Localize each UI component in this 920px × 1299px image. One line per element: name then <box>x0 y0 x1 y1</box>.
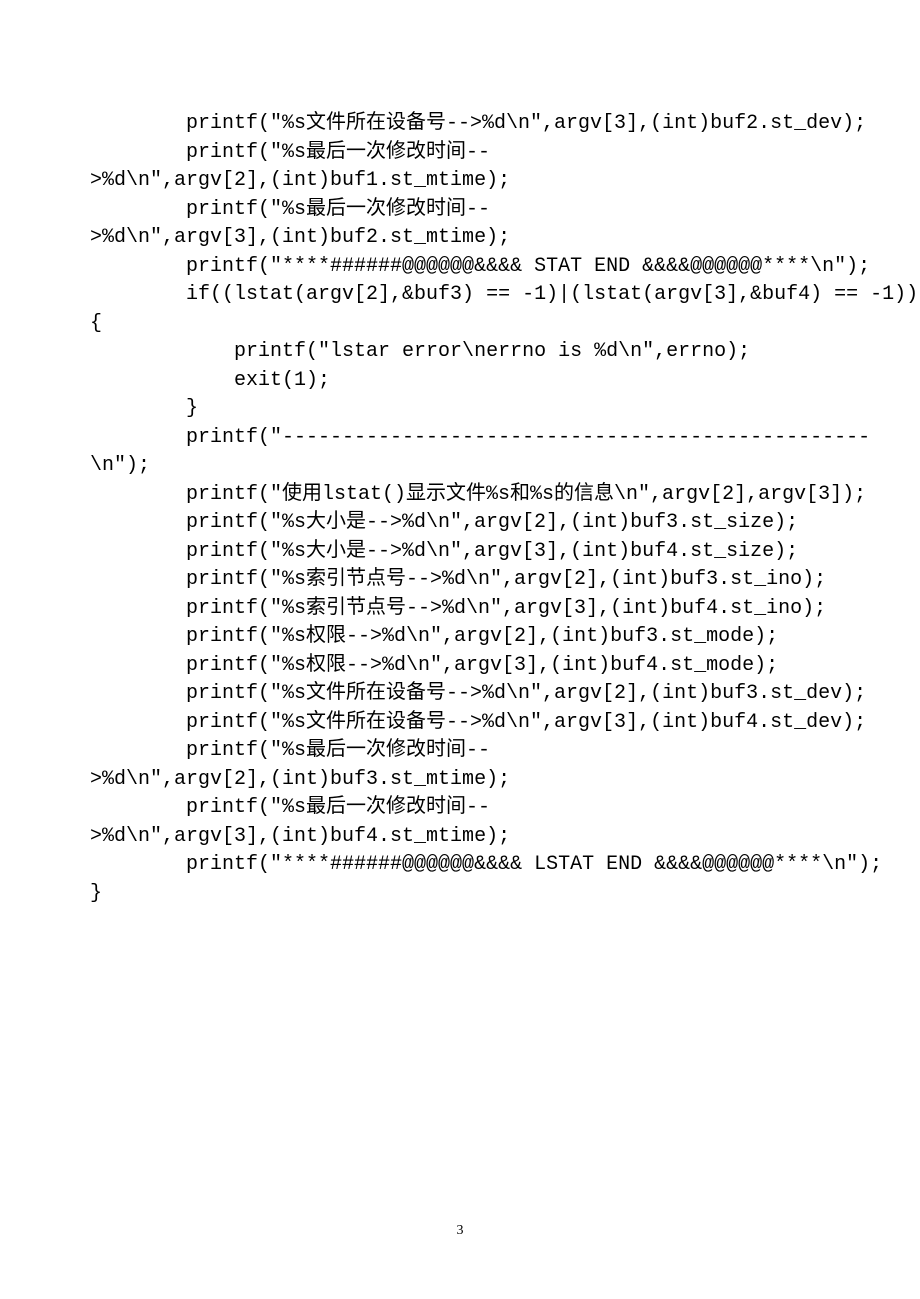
page-number: 3 <box>0 1223 920 1239</box>
code-block: printf("%s文件所在设备号-->%d\n",argv[3],(int)b… <box>90 110 830 908</box>
document-page: printf("%s文件所在设备号-->%d\n",argv[3],(int)b… <box>0 0 920 1299</box>
